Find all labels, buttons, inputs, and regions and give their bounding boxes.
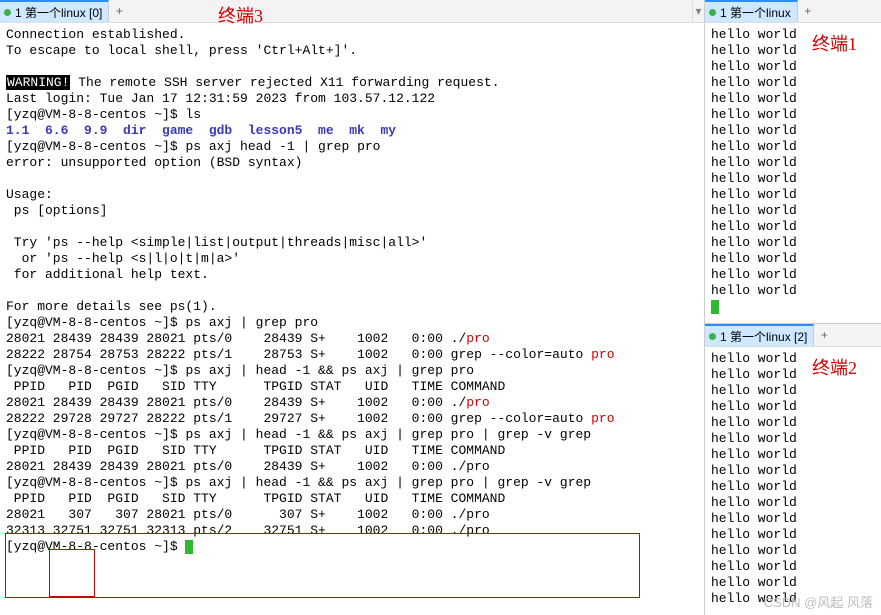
add-tab-button[interactable]: + (798, 0, 818, 22)
tab-linux-2[interactable]: 1 第一个linux [2] (705, 324, 814, 346)
cursor-icon (185, 540, 193, 554)
tab-label: 1 第一个linux (720, 4, 791, 21)
right-pane: 1 第一个linux + hello world hello world hel… (705, 0, 881, 615)
status-dot-icon (709, 9, 716, 16)
tab-label: 1 第一个linux [2] (720, 328, 807, 345)
left-tabbar: 1 第一个linux [0] + ▾ (0, 0, 704, 23)
tab-linux-0[interactable]: 1 第一个linux [0] (0, 0, 109, 22)
tab-linux-1[interactable]: 1 第一个linux (705, 0, 798, 22)
right-tabbar-1: 1 第一个linux + (705, 0, 881, 23)
right-tabbar-2: 1 第一个linux [2] + (705, 324, 881, 347)
terminal-2[interactable]: hello world hello world hello world hell… (705, 347, 881, 615)
status-dot-icon (4, 9, 11, 16)
add-tab-button[interactable]: + (814, 324, 834, 346)
right-bot-pane: 1 第一个linux [2] + hello world hello world… (705, 323, 881, 615)
tab-label: 1 第一个linux [0] (15, 4, 102, 21)
add-tab-button[interactable]: + (109, 0, 129, 22)
right-top-pane: 1 第一个linux + hello world hello world hel… (705, 0, 881, 323)
terminal-3[interactable]: Connection established. To escape to loc… (0, 23, 704, 615)
tab-menu-icon[interactable]: ▾ (692, 0, 704, 22)
left-pane: 1 第一个linux [0] + ▾ Connection establishe… (0, 0, 705, 615)
status-dot-icon (709, 333, 716, 340)
terminal-1[interactable]: hello world hello world hello world hell… (705, 23, 881, 323)
